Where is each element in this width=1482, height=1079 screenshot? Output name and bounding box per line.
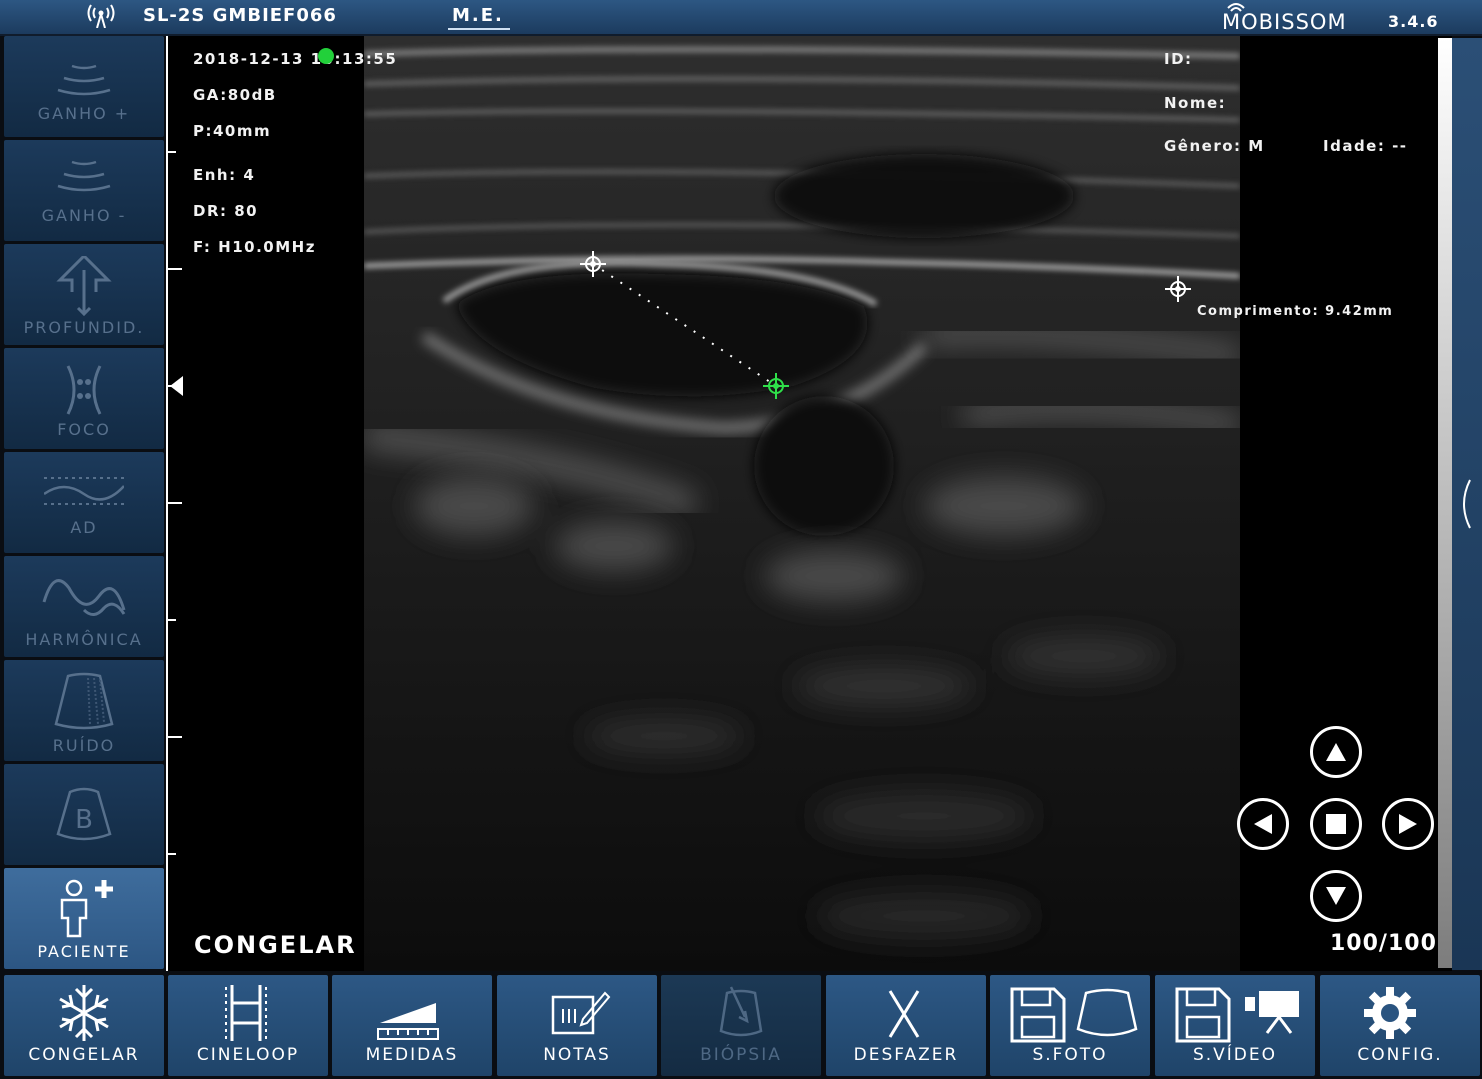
depth-button[interactable]: PROFUNDID. (4, 244, 164, 345)
save-video-icon (1175, 987, 1299, 1043)
noise-button[interactable]: RUÍDO (4, 660, 164, 761)
mode-tab[interactable]: M.E. (448, 5, 510, 30)
move-right-button[interactable] (1382, 798, 1434, 850)
stop-button[interactable] (1310, 798, 1362, 850)
side-panel-toggle[interactable] (1452, 38, 1482, 970)
biopsy-button[interactable]: BIÓPSIA (661, 975, 821, 1076)
b-mode-button[interactable]: B (4, 764, 164, 865)
notes-button[interactable]: NOTAS (497, 975, 657, 1076)
patient-label: PACIENTE (37, 942, 131, 961)
notes-icon (551, 991, 611, 1035)
ultrasound-image (364, 36, 1240, 971)
move-up-button[interactable] (1310, 726, 1362, 778)
save-video-button[interactable]: S.VÍDEO (1155, 975, 1315, 1076)
noise-icon (54, 672, 114, 730)
cineloop-label: CINELOOP (196, 1045, 300, 1065)
frequency-value: F: H10.0MHz (193, 238, 316, 256)
app-version: 3.4.6 (1388, 12, 1439, 31)
square-icon (1326, 814, 1346, 834)
config-label: CONFIG. (1357, 1045, 1443, 1065)
triangle-up-icon (1326, 743, 1346, 761)
enhancement-value: Enh: 4 (193, 166, 256, 184)
b-mode-icon: B (56, 787, 112, 841)
depth-icon (56, 256, 112, 316)
antenna-icon (87, 4, 115, 28)
depth-label: PROFUNDID. (23, 318, 145, 337)
dynamic-range-label: AD (70, 518, 98, 537)
gear-icon (1364, 987, 1416, 1039)
save-photo-label: S.FOTO (1032, 1045, 1108, 1065)
triangle-right-icon (1399, 814, 1417, 834)
depth-ruler (166, 36, 183, 971)
patient-age: Idade: -- (1323, 137, 1408, 155)
biopsy-label: BIÓPSIA (700, 1045, 782, 1065)
freeze-status: CONGELAR (194, 931, 357, 959)
save-video-label: S.VÍDEO (1192, 1045, 1278, 1065)
undo-label: DESFAZER (853, 1045, 959, 1065)
ruler-icon (377, 1003, 439, 1040)
notes-label: NOTAS (543, 1045, 611, 1065)
patient-name: Nome: (1164, 94, 1227, 112)
dynamic-range-icon (44, 477, 124, 505)
dynamic-range-button[interactable]: AD (4, 452, 164, 553)
focus-marker[interactable] (170, 376, 183, 396)
focus-icon (66, 365, 102, 415)
biopsy-icon (719, 986, 763, 1037)
save-photo-icon (1010, 987, 1138, 1043)
gain-down-icon (57, 160, 111, 192)
chevron-left-icon (1463, 479, 1471, 529)
dynamic-range-value: DR: 80 (193, 202, 259, 220)
patient-add-icon (60, 879, 113, 938)
harmonic-label: HARMÔNICA (25, 630, 143, 649)
measure-button[interactable]: MEDIDAS (332, 975, 492, 1076)
datetime: 2018-12-13 10:13:55 (193, 50, 398, 68)
config-button[interactable]: CONFIG. (1320, 975, 1480, 1076)
gain-up-label: GANHO + (37, 104, 131, 123)
measure-label: MEDIDAS (365, 1045, 459, 1065)
focus-label: FOCO (57, 420, 111, 439)
harmonic-icon (42, 579, 126, 616)
patient-gender: Gênero: M (1164, 137, 1265, 155)
frame-counter: 100/100 (1330, 931, 1437, 956)
gain-down-label: GANHO - (41, 206, 127, 225)
svg-text:B: B (75, 805, 93, 835)
patient-button[interactable]: PACIENTE (4, 868, 164, 969)
brand-logo: MOBISSOM (1222, 2, 1364, 34)
move-left-button[interactable] (1237, 798, 1289, 850)
cineloop-button[interactable]: CINELOOP (168, 975, 328, 1076)
gain-up-button[interactable]: GANHO + (4, 36, 164, 137)
measurement-length: Comprimento: 9.42mm (1197, 304, 1394, 319)
harmonic-button[interactable]: HARMÔNICA (4, 556, 164, 657)
undo-button[interactable]: DESFAZER (826, 975, 986, 1076)
undo-x-icon (888, 990, 920, 1038)
gain-down-button[interactable]: GANHO - (4, 140, 164, 241)
gray-scale-bar (1438, 38, 1452, 968)
film-strip-icon (225, 985, 267, 1041)
save-photo-button[interactable]: S.FOTO (990, 975, 1150, 1076)
focus-button[interactable]: FOCO (4, 348, 164, 449)
recording-indicator (318, 48, 334, 64)
freeze-label: CONGELAR (28, 1045, 140, 1065)
move-down-button[interactable] (1310, 870, 1362, 922)
device-name: SL-2S GMBIEF066 (143, 5, 337, 26)
gain-value: GA:80dB (193, 86, 277, 104)
gain-up-icon (57, 64, 111, 96)
noise-label: RUÍDO (52, 736, 116, 755)
brand-name: MOBISSOM (1222, 10, 1347, 34)
triangle-left-icon (1254, 814, 1272, 834)
freeze-button[interactable]: CONGELAR (4, 975, 164, 1076)
status-bar: SL-2S GMBIEF066 M.E. MOBISSOM 3.4.6 (0, 0, 1482, 36)
snowflake-icon (59, 985, 109, 1041)
depth-value: P:40mm (193, 122, 272, 140)
triangle-down-icon (1326, 887, 1346, 905)
patient-id: ID: (1164, 50, 1193, 68)
